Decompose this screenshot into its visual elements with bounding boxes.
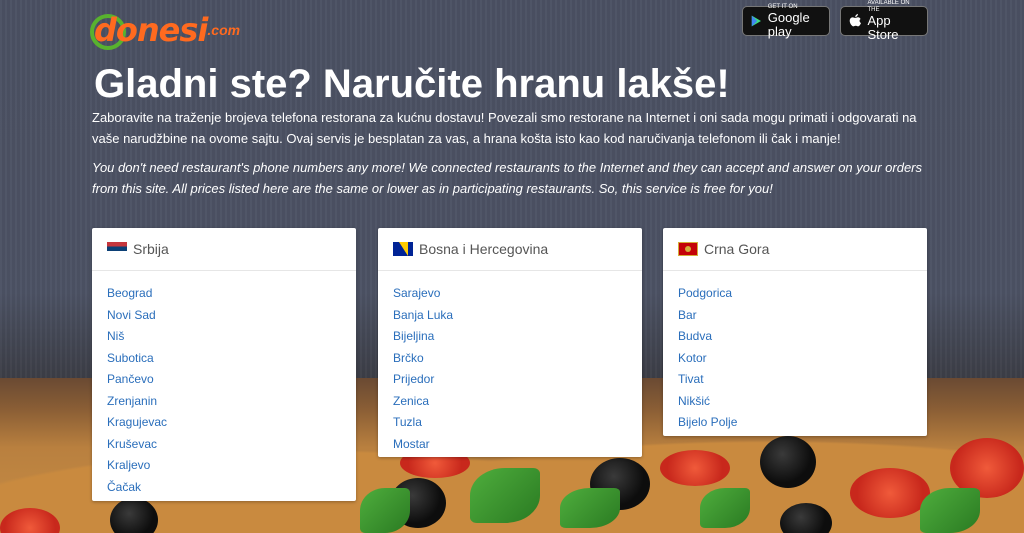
country-header: Srbija [92, 228, 356, 271]
country-name: Bosna i Hercegovina [419, 241, 549, 257]
montenegro-flag-icon [678, 242, 698, 256]
city-link[interactable]: Tivat [678, 369, 927, 391]
city-link[interactable]: Bar [678, 305, 927, 327]
donesi-logo[interactable]: donesi .com [90, 10, 241, 50]
app-store-button[interactable]: Available on the App Store [840, 0, 928, 42]
country-card-serbia: Srbija Beograd Novi Sad Niš Subotica Pan… [92, 228, 356, 501]
city-link[interactable]: Bijeljina [393, 326, 642, 348]
intro-text-serbian: Zaboravite na traženje brojeva telefona … [92, 110, 917, 146]
city-link[interactable]: Kragujevac [107, 412, 356, 434]
logo-suffix: .com [207, 22, 241, 38]
apple-icon [849, 13, 862, 27]
city-list: Podgorica Bar Budva Kotor Tivat Nikšić B… [663, 271, 927, 438]
bosnia-flag-icon [393, 242, 413, 256]
city-link[interactable]: Pančevo [107, 369, 356, 391]
serbia-flag-icon [107, 242, 127, 256]
country-header: Crna Gora [663, 228, 927, 271]
google-play-big-text: Google play [767, 9, 810, 39]
country-card-montenegro: Crna Gora Podgorica Bar Budva Kotor Tiva… [663, 228, 927, 436]
country-header: Bosna i Hercegovina [378, 228, 642, 271]
page-headline: Gladni ste? Naručite hranu lakše! [94, 62, 730, 106]
country-name: Srbija [133, 241, 169, 257]
city-link[interactable]: Tuzla [393, 412, 642, 434]
city-link[interactable]: Nikšić [678, 391, 927, 413]
city-link[interactable]: Čačak [107, 477, 356, 499]
city-link[interactable]: Mostar [393, 434, 642, 456]
city-link[interactable]: Kraljevo [107, 455, 356, 477]
city-list: Beograd Novi Sad Niš Subotica Pančevo Zr… [92, 271, 356, 502]
city-link[interactable]: Podgorica [678, 283, 927, 305]
city-list: Sarajevo Banja Luka Bijeljina Brčko Prij… [378, 271, 642, 459]
city-link[interactable]: Niš [107, 326, 356, 348]
city-link[interactable]: Subotica [107, 348, 356, 370]
city-link[interactable]: Prijedor [393, 369, 642, 391]
google-play-icon [751, 15, 761, 27]
city-link[interactable]: Sarajevo [393, 283, 642, 305]
city-link[interactable]: Bijelo Polje [678, 412, 927, 434]
city-link[interactable]: Zenica [393, 391, 642, 413]
app-store-big-text: App Store [867, 13, 899, 42]
city-link[interactable]: Brčko [393, 348, 642, 370]
city-link[interactable]: Banja Luka [393, 305, 642, 327]
city-link[interactable]: Zrenjanin [107, 391, 356, 413]
city-link[interactable]: Beograd [107, 283, 356, 305]
country-card-bosnia: Bosna i Hercegovina Sarajevo Banja Luka … [378, 228, 642, 457]
city-link[interactable]: Budva [678, 326, 927, 348]
country-name: Crna Gora [704, 241, 770, 257]
app-store-small-text: Available on the [867, 0, 910, 13]
google-play-button[interactable]: GET IT ON Google play [742, 4, 830, 39]
city-link[interactable]: Novi Sad [107, 305, 356, 327]
intro-text-english: You don't need restaurant's phone number… [92, 160, 923, 196]
logo-text: donesi [94, 11, 208, 49]
city-link[interactable]: Kotor [678, 348, 927, 370]
city-link[interactable]: Kruševac [107, 434, 356, 456]
